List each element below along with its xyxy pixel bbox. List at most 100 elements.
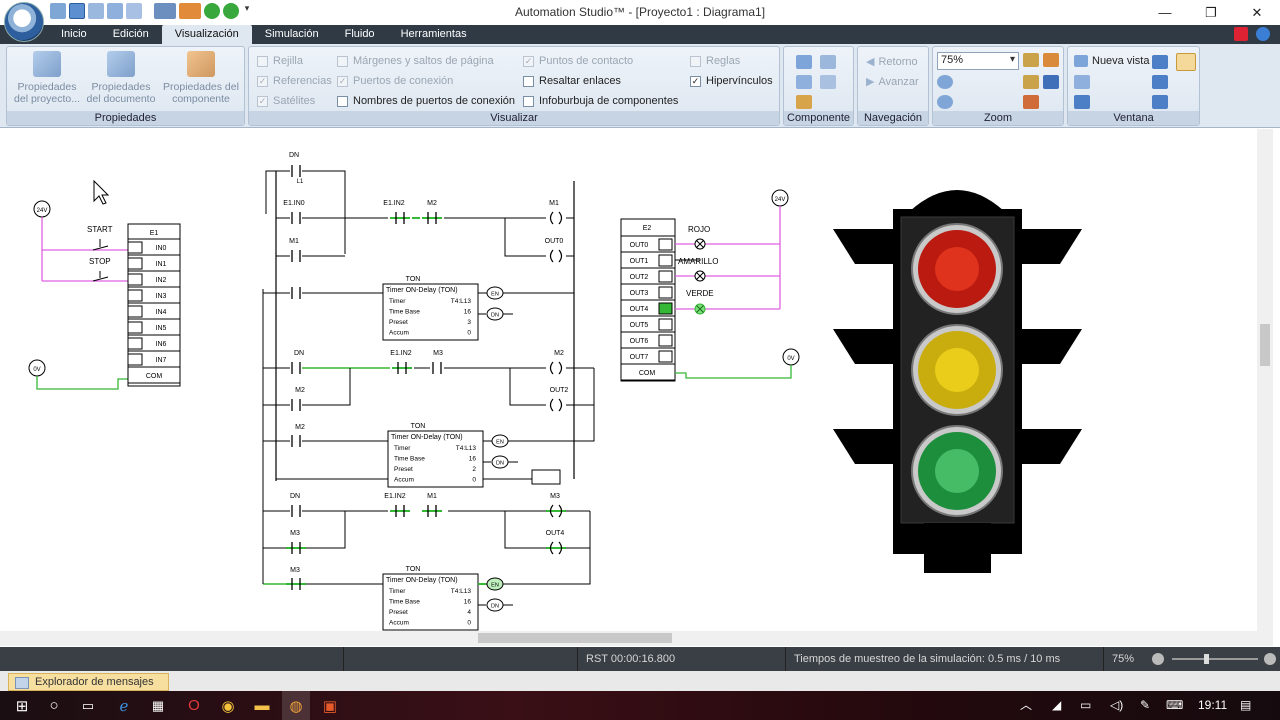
timer-block[interactable]: TON Timer ON-Delay (TON) Timer T4:L13 Time B… [382,276,513,341]
checkbox-referencias[interactable]: ✓ Referencias [257,75,332,87]
tab-simulacion[interactable]: Simulación [252,25,332,44]
clock[interactable]: 19:11 [1198,691,1227,720]
language-flag-icon[interactable] [1234,27,1248,41]
window-switch-icon[interactable] [1176,53,1196,71]
timer-block[interactable]: TON Timer ON-Delay (TON) Timer T4:L13 Time B… [387,423,518,488]
close-button[interactable]: ✕ [1234,0,1280,25]
store-icon[interactable]: ▦ [144,691,172,720]
keyboard-icon[interactable]: ⌨ [1166,691,1183,720]
zoom-slider[interactable] [1152,653,1276,665]
ladder-contact[interactable] [291,435,301,447]
vertical-scrollbar[interactable] [1257,129,1273,631]
ladder-contact[interactable] [286,578,306,590]
open-project-icon[interactable] [69,3,85,19]
arrange-icon[interactable] [1152,75,1168,89]
ladder-contact[interactable] [291,287,301,299]
zoom-out-small-icon[interactable] [1152,653,1164,665]
volume-icon[interactable]: ◁) [1110,691,1123,720]
play-icon[interactable] [204,3,220,19]
undo-icon[interactable] [154,3,176,19]
component-cut-icon[interactable] [820,75,836,89]
start-pushbutton[interactable] [92,239,109,251]
document-properties-button[interactable]: Propiedades del documento [85,51,157,105]
lamp-amarillo[interactable] [694,270,706,282]
checkbox-puertos-conexion[interactable]: ✓ Puertos de conexión [337,75,453,87]
timer-block[interactable]: TON Timer ON-Delay (TON) Timer T4:L13 Time B… [382,566,513,631]
zoom-in-small-icon[interactable] [1264,653,1276,665]
checkbox-rejilla[interactable]: Rejilla [257,55,303,67]
task-view-icon[interactable]: ▭ [74,691,102,720]
edge-icon[interactable]: ℯ [110,691,138,720]
checkbox-margenes[interactable]: Márgenes y saltos de página [337,55,494,67]
redo-icon[interactable] [179,3,201,19]
checkbox-reglas[interactable]: Reglas [690,55,740,67]
ladder-contact[interactable] [422,212,442,224]
window-list-icon[interactable] [1152,95,1168,109]
input-module-e1[interactable]: E1 IN0 IN1 IN2 IN3 IN4 IN5 IN6 IN7 COM [127,223,181,387]
ladder-coil[interactable] [549,211,563,225]
ladder-contact[interactable] [432,362,442,374]
diagram-icon[interactable] [88,3,104,19]
horizontal-scroll-thumb[interactable] [478,633,672,643]
zoom-select[interactable]: 75% [937,52,1019,70]
traffic-light[interactable] [833,190,1082,573]
ladder-contact[interactable] [291,250,301,262]
notification-icon[interactable]: ▤ [1240,691,1251,720]
tile-vertical-icon[interactable] [1152,55,1168,69]
stop-pushbutton[interactable] [92,271,109,282]
diagram-canvas[interactable]: 24V START STOP 0V E1 IN0 IN1 IN2 IN3 IN4 IN5 I… [0,129,1257,631]
new-project-icon[interactable] [50,3,66,19]
tab-fluido[interactable]: Fluido [332,25,388,44]
checkbox-hipervinculos[interactable]: ✓ Hipervínculos [690,75,773,87]
zoom-out-icon[interactable] [937,95,953,109]
forward-button[interactable]: ▶ Avanzar [866,75,919,89]
ladder-coil[interactable] [549,249,563,263]
ladder-contact[interactable] [291,362,301,374]
lamp-rojo[interactable] [694,238,706,250]
checkbox-resaltar-enlaces[interactable]: Resaltar enlaces [523,75,621,87]
cascade-icon[interactable] [1074,75,1090,89]
battery-icon[interactable]: ▭ [1080,691,1091,720]
save-all-icon[interactable] [126,3,142,19]
tab-herramientas[interactable]: Herramientas [388,25,480,44]
zoom-fit-icon[interactable] [1023,53,1039,67]
tab-inicio[interactable]: Inicio [48,25,100,44]
start-windows-icon[interactable]: ⊞ [8,691,36,720]
ladder-contact[interactable] [392,362,412,374]
component-lock-icon[interactable] [796,95,812,109]
opera-icon[interactable]: O [180,691,208,720]
pen-icon[interactable]: ✎ [1140,691,1150,720]
checkbox-infoburbuja[interactable]: Infoburbuja de componentes [523,95,678,107]
ladder-coil[interactable] [546,504,566,518]
tile-horizontal-icon[interactable] [1074,95,1090,109]
checkbox-puntos-contacto[interactable]: ✓ Puntos de contacto [523,55,633,67]
ladder-contact[interactable] [291,212,301,224]
ladder-contact[interactable] [390,212,410,224]
component-properties-button[interactable]: Propiedades del componente [159,51,243,105]
zoom-in-icon[interactable] [937,75,953,89]
ladder-coil[interactable] [546,541,566,555]
restore-button[interactable]: ❐ [1188,0,1234,25]
customize-qat-icon[interactable]: ▾ [242,3,252,19]
back-button[interactable]: ◀ Retorno [866,55,918,69]
checkbox-nombres-puertos[interactable]: Nombres de puertos de conexión [337,95,515,107]
new-view-button[interactable]: Nueva vista [1074,55,1149,67]
component-rotate-icon[interactable] [820,55,836,69]
zoom-thumb[interactable] [1204,654,1209,664]
zoom-area-icon[interactable] [1023,95,1039,109]
network-icon[interactable]: ◢ [1052,691,1061,720]
component-tool-icon[interactable] [796,55,812,69]
minimize-button[interactable]: — [1142,0,1188,25]
output-module-e2[interactable]: E2 OUT0 OUT1 OUT2 OUT3 OUT4 OUT5 OUT6 OUT7 COM [620,218,676,382]
tab-visualizacion[interactable]: Visualización [161,25,252,44]
horizontal-scrollbar[interactable] [0,631,1273,646]
message-explorer-tab[interactable]: Explorador de mensajes [8,673,169,691]
automation-studio-taskbar-icon[interactable]: ◍ [282,691,310,720]
ladder-contact[interactable] [291,399,301,411]
chrome-icon[interactable]: ◉ [214,691,242,720]
ladder-coil[interactable] [549,398,563,412]
office-icon[interactable]: ▣ [316,691,344,720]
app-logo-icon[interactable] [4,2,44,42]
ladder-contact[interactable] [291,505,301,517]
ladder-coil[interactable] [549,361,563,375]
